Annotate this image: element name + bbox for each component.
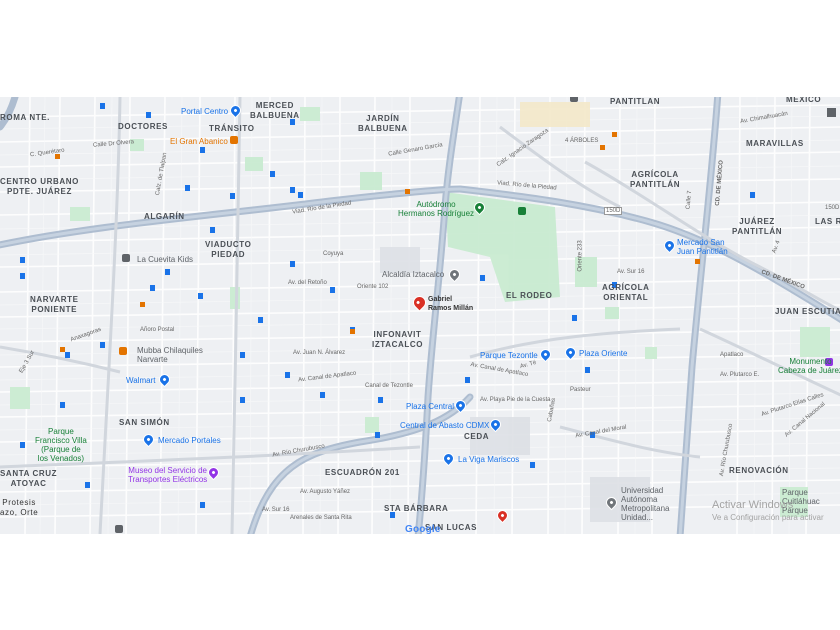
google-logo: Google [405, 524, 441, 534]
poi-parque-tezontle[interactable]: Parque Tezontle [480, 351, 538, 360]
restaurant-icon[interactable] [230, 136, 238, 144]
area-label: AGRÍCOLA ORIENTAL [602, 283, 650, 302]
area-label: AGRÍCOLA PANTITLÁN [630, 170, 681, 189]
street-label: Av. Playa Pie de la Cuesta [480, 397, 551, 403]
area-label: CENTRO URBANO PDTE. JUÁREZ [0, 177, 79, 196]
area-label: Protesis azo, Orte [0, 498, 39, 517]
apps-grid-icon[interactable] [827, 108, 836, 117]
store-icon[interactable] [122, 254, 130, 262]
area-label: NARVARTE PONIENTE [30, 295, 79, 314]
street-label: 150D [825, 205, 840, 211]
street-label: Apatlaco [720, 352, 744, 358]
poi-central-abasto[interactable]: Central de Abasto CDMX [400, 421, 489, 430]
poi-mercado-portales[interactable]: Mercado Portales [158, 436, 221, 445]
poi-mubba[interactable]: Mubba Chilaquiles Narvarte [137, 346, 203, 364]
area-label: ESCUADRÓN 201 [325, 468, 400, 477]
street-label: Oriente 233 [577, 240, 584, 272]
area-label: SANTA CRUZ ATOYAC [0, 469, 58, 488]
poi-parque-fv[interactable]: Parque Francisco Villa (Parque de los Ve… [35, 427, 87, 463]
map-view[interactable]: ROMA NTE. DOCTORES MERCED BALBUENA TRÁNS… [0, 97, 840, 534]
street-label: Av. Plutarco E. [720, 372, 760, 378]
poi-portal-centro[interactable]: Portal Centro [181, 107, 228, 116]
area-label: JUAN ESCUTIA [775, 307, 840, 316]
poi-plaza-central[interactable]: Plaza Central [406, 402, 454, 411]
street-label: Av. Sur 16 [617, 269, 645, 275]
area-label: VIADUCTO PIEDAD [205, 240, 252, 259]
street-label: Av. Juan N. Álvarez [293, 350, 346, 356]
area-label: MARAVILLAS [746, 139, 804, 148]
area-label: LAS R [815, 217, 840, 226]
area-label: EL RODEO [506, 291, 553, 300]
area-label: JUÁREZ PANTITLÁN [732, 217, 783, 236]
street-label: Av. Sur 16 [262, 507, 290, 513]
area-label: 4 ÁRBOLES [565, 138, 599, 144]
store-icon[interactable] [115, 525, 123, 533]
poi-monumento[interactable]: Monumento Cabeza de Juárez [778, 357, 840, 375]
map-base-layer [0, 97, 840, 534]
street-label: 150D [604, 207, 623, 215]
area-label: ALGARÍN [144, 212, 185, 221]
area-label: MÉXICO [786, 97, 822, 104]
area-label: DOCTORES [118, 122, 168, 131]
area-label: STA BÁRBARA [384, 504, 449, 513]
area-label: SAN SIMÓN [119, 418, 170, 427]
stadium-icon[interactable] [518, 207, 526, 215]
area-label: MERCED BALBUENA [250, 101, 300, 120]
street-label: Añoro Postal [140, 327, 175, 333]
street-label: Av. del Retoño [288, 280, 327, 286]
restaurant-icon[interactable] [119, 347, 127, 355]
street-label: Av. Augusto Yáñez [300, 489, 351, 495]
station-icon[interactable] [570, 97, 578, 102]
street-label: Coyuya [323, 251, 344, 257]
windows-watermark-subtitle: Ve a Configuración para activar [712, 513, 824, 522]
area-label: INFONAVIT IZTACALCO [372, 330, 424, 349]
street-label: Oriente 102 [357, 284, 389, 290]
poi-viga[interactable]: La Viga Mariscos [458, 455, 519, 464]
area-label: CEDA [464, 432, 490, 441]
poi-gabriel[interactable]: Gabriel Ramos Millán [428, 295, 473, 313]
poi-gran-abanico[interactable]: El Gran Abanico [170, 137, 228, 146]
area-label: JARDÍN BALBUENA [358, 114, 408, 133]
poi-plaza-oriente[interactable]: Plaza Oriente [579, 349, 627, 358]
street-label: Arenales de Santa Rita [290, 515, 352, 521]
poi-alcaldia[interactable]: Alcaldía Iztacalco [382, 270, 444, 279]
area-label: TRÁNSITO [209, 124, 255, 133]
poi-mercado-san-juan[interactable]: Mercado San Juan Pantitlán [665, 238, 728, 256]
poi-uam[interactable]: Universidad Autónoma Metropolitana Unida… [621, 486, 669, 522]
street-label: Pasteur [570, 387, 591, 393]
street-label: Canal de Tezontle [365, 383, 413, 389]
area-label: PANTITLAN [610, 97, 661, 106]
area-label: RENOVACIÓN [729, 466, 789, 475]
poi-cuevita[interactable]: La Cuevita Kids [137, 255, 193, 264]
area-label: ROMA NTE. [0, 113, 50, 122]
poi-walmart[interactable]: Walmart [126, 376, 155, 385]
windows-watermark-title: Activar Windows [712, 499, 794, 511]
poi-museo[interactable]: Museo del Servicio de Transportes Eléctr… [128, 466, 207, 484]
poi-autodromo[interactable]: Autódromo Hermanos Rodríguez [398, 200, 474, 218]
